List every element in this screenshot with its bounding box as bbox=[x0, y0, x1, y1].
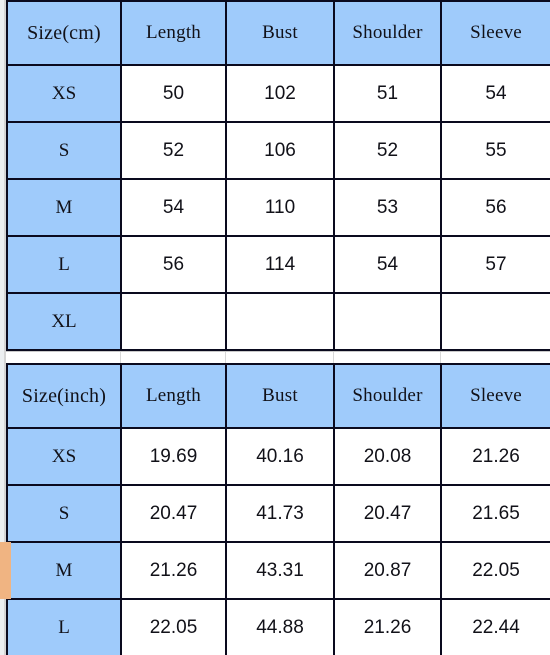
cm-cell-xs-shoulder: 51 bbox=[333, 64, 442, 123]
cm-cell-s-shoulder: 52 bbox=[333, 121, 442, 180]
cm-cell-xs-sleeve: 54 bbox=[440, 64, 550, 123]
cm-cell-xl-shoulder bbox=[333, 292, 442, 351]
size-chart-screen: Size(cm) Length Bust Shoulder Sleeve XS 50 102 5… bbox=[0, 0, 550, 655]
cm-cell-s-length: 52 bbox=[120, 121, 227, 180]
inch-cell-s-shoulder: 20.47 bbox=[333, 484, 442, 543]
cm-cell-xl-bust bbox=[225, 292, 335, 351]
table-row: L 56 114 54 57 bbox=[6, 235, 550, 294]
cm-size-label-l: L bbox=[6, 235, 122, 294]
cm-cell-xs-length: 50 bbox=[120, 64, 227, 123]
inch-column-header-sleeve: Sleeve bbox=[440, 363, 550, 429]
table-row: M 54 110 53 56 bbox=[6, 178, 550, 237]
cm-cell-s-bust: 106 bbox=[225, 121, 335, 180]
table-row: S 52 106 52 55 bbox=[6, 121, 550, 180]
inch-column-header-bust: Bust bbox=[225, 363, 335, 429]
cm-size-table: Size(cm) Length Bust Shoulder Sleeve XS 50 102 5… bbox=[6, 0, 550, 351]
inch-size-table: Size(inch) Length Bust Shoulder Sleeve XS 19.6… bbox=[6, 363, 550, 655]
inch-column-header-shoulder: Shoulder bbox=[333, 363, 442, 429]
table-row: XS 19.69 40.16 20.08 21.26 bbox=[6, 427, 550, 486]
inch-column-header-length: Length bbox=[120, 363, 227, 429]
inch-size-table-container: Size(inch) Length Bust Shoulder Sleeve XS 19.6… bbox=[6, 363, 550, 655]
cm-cell-m-length: 54 bbox=[120, 178, 227, 237]
inch-cell-l-sleeve: 22.44 bbox=[440, 598, 550, 655]
inch-size-label-l: L bbox=[6, 598, 122, 655]
cm-cell-m-bust: 110 bbox=[225, 178, 335, 237]
inch-cell-l-bust: 44.88 bbox=[225, 598, 335, 655]
row-selection-marker bbox=[0, 542, 11, 599]
inch-cell-m-sleeve: 22.05 bbox=[440, 541, 550, 600]
inch-size-label-m: M bbox=[6, 541, 122, 600]
cm-column-header-bust: Bust bbox=[225, 0, 335, 66]
table-row: M 21.26 43.31 20.87 22.05 bbox=[6, 541, 550, 600]
cm-column-header-length: Length bbox=[120, 0, 227, 66]
inch-cell-m-bust: 43.31 bbox=[225, 541, 335, 600]
cm-size-label-m: M bbox=[6, 178, 122, 237]
cm-header-row: Size(cm) Length Bust Shoulder Sleeve bbox=[6, 0, 550, 66]
cm-column-header-size: Size(cm) bbox=[6, 0, 122, 66]
cm-size-label-xs: XS bbox=[6, 64, 122, 123]
table-row: L 22.05 44.88 21.26 22.44 bbox=[6, 598, 550, 655]
cm-size-table-container: Size(cm) Length Bust Shoulder Sleeve XS 50 102 5… bbox=[6, 0, 550, 351]
cm-size-label-xl: XL bbox=[6, 292, 122, 351]
table-row: XS 50 102 51 54 bbox=[6, 64, 550, 123]
cm-cell-l-sleeve: 57 bbox=[440, 235, 550, 294]
inch-cell-s-bust: 41.73 bbox=[225, 484, 335, 543]
inch-cell-xs-bust: 40.16 bbox=[225, 427, 335, 486]
inch-cell-xs-shoulder: 20.08 bbox=[333, 427, 442, 486]
cm-cell-m-shoulder: 53 bbox=[333, 178, 442, 237]
cm-cell-l-shoulder: 54 bbox=[333, 235, 442, 294]
cm-cell-l-length: 56 bbox=[120, 235, 227, 294]
inch-header-row: Size(inch) Length Bust Shoulder Sleeve bbox=[6, 363, 550, 429]
cm-cell-xl-length bbox=[120, 292, 227, 351]
cm-column-header-shoulder: Shoulder bbox=[333, 0, 442, 66]
cm-cell-xs-bust: 102 bbox=[225, 64, 335, 123]
table-row: XL bbox=[6, 292, 550, 351]
inch-cell-s-length: 20.47 bbox=[120, 484, 227, 543]
inch-cell-m-shoulder: 20.87 bbox=[333, 541, 442, 600]
inch-size-label-xs: XS bbox=[6, 427, 122, 486]
cm-column-header-sleeve: Sleeve bbox=[440, 0, 550, 66]
cm-cell-xl-sleeve bbox=[440, 292, 550, 351]
table-row: S 20.47 41.73 20.47 21.65 bbox=[6, 484, 550, 543]
cm-cell-m-sleeve: 56 bbox=[440, 178, 550, 237]
inch-column-header-size: Size(inch) bbox=[6, 363, 122, 429]
inch-cell-l-shoulder: 21.26 bbox=[333, 598, 442, 655]
cm-cell-l-bust: 114 bbox=[225, 235, 335, 294]
inch-cell-xs-length: 19.69 bbox=[120, 427, 227, 486]
inch-cell-m-length: 21.26 bbox=[120, 541, 227, 600]
inch-size-label-s: S bbox=[6, 484, 122, 543]
cm-cell-s-sleeve: 55 bbox=[440, 121, 550, 180]
inch-cell-xs-sleeve: 21.26 bbox=[440, 427, 550, 486]
inch-cell-l-length: 22.05 bbox=[120, 598, 227, 655]
cm-size-label-s: S bbox=[6, 121, 122, 180]
inch-cell-s-sleeve: 21.65 bbox=[440, 484, 550, 543]
